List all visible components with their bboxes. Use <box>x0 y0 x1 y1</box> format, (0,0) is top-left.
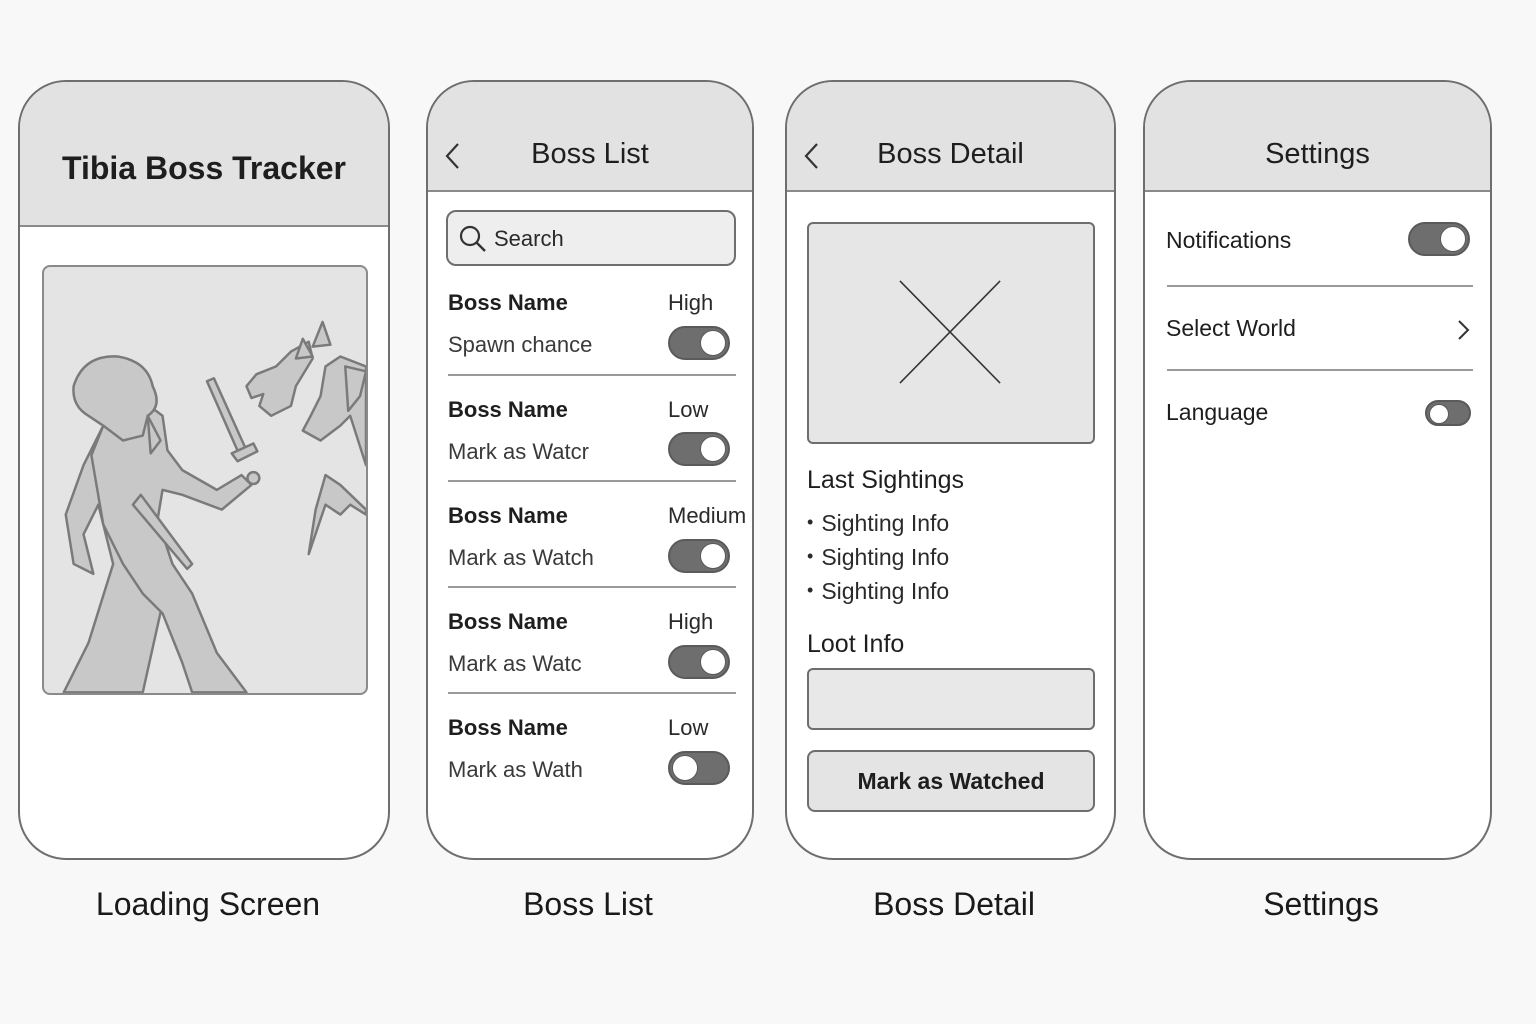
notifications-toggle[interactable] <box>1408 222 1470 256</box>
spawn-chance-badge: Medium <box>668 503 747 528</box>
search-input[interactable]: Search <box>446 210 736 266</box>
boss-name: Boss Name <box>448 609 568 634</box>
sighting-item: • Sighting Info <box>807 544 949 571</box>
last-sightings-title: Last Sightings <box>807 466 965 494</box>
boss-subtitle: Mark as Wath <box>448 757 583 782</box>
watch-toggle[interactable] <box>668 326 730 360</box>
boss-name: Boss Name <box>448 503 568 528</box>
boss-subtitle: Mark as Watc <box>448 651 582 676</box>
toggle-knob <box>700 543 726 569</box>
row-divider <box>448 480 736 482</box>
spawn-chance-badge: High <box>668 609 714 634</box>
boss-detail-screen: Boss Detail Last Sightings • Sighting Inf… <box>785 80 1116 860</box>
watch-toggle[interactable] <box>668 432 730 466</box>
boss-subtitle: Spawn chance <box>448 332 593 357</box>
loading-screen-caption: Loading Screen <box>95 886 321 922</box>
boss-list-screen: Boss List Search Boss Name High Spawn ch… <box>426 80 754 860</box>
toggle-knob <box>700 330 726 356</box>
watch-toggle[interactable] <box>668 645 730 679</box>
boss-row[interactable]: Boss Name Low Mark as Wath <box>448 715 738 821</box>
loading-screen: Tibia Boss Tracker <box>18 80 390 860</box>
boss-list-caption: Boss List <box>523 886 653 922</box>
boss-detail-header: Boss Detail <box>787 82 1114 192</box>
toggle-knob <box>672 755 698 781</box>
app-title: Tibia Boss Tracker <box>62 150 346 186</box>
boss-name: Boss Name <box>448 397 568 422</box>
bullet: • <box>807 546 814 566</box>
search-icon <box>459 225 486 252</box>
row-divider <box>448 586 736 588</box>
row-divider <box>448 374 736 376</box>
language-label: Language <box>1166 399 1269 425</box>
loading-header: Tibia Boss Tracker <box>20 82 388 227</box>
sighting-item: • Sighting Info <box>807 510 949 537</box>
chevron-right-icon[interactable] <box>1455 318 1471 342</box>
boss-row[interactable]: Boss Name High Spawn chance <box>448 290 738 396</box>
boss-row[interactable]: Boss Name High Mark as Watc <box>448 609 738 715</box>
mark-as-watched-button[interactable]: Mark as Watched <box>807 750 1095 812</box>
sighting-text: Sighting Info <box>821 578 950 604</box>
toggle-knob <box>700 436 726 462</box>
watch-toggle[interactable] <box>668 539 730 573</box>
boss-subtitle: Mark as Watcr <box>448 439 589 464</box>
sighting-text: Sighting Info <box>821 510 950 536</box>
watch-toggle[interactable] <box>668 751 730 785</box>
toggle-knob <box>1429 404 1449 424</box>
sighting-item: • Sighting Info <box>807 578 949 605</box>
knight-vs-dragon-icon <box>62 320 366 693</box>
toggle-knob <box>1440 226 1466 252</box>
settings-screen: Settings Notifications Select World Lang… <box>1143 80 1492 860</box>
boss-row[interactable]: Boss Name Medium Mark as Watch <box>448 503 746 609</box>
boss-subtitle: Mark as Watch <box>448 545 594 570</box>
boss-row[interactable]: Boss Name Low Mark as Watcr <box>448 397 738 503</box>
boss-name: Boss Name <box>448 290 568 315</box>
bullet: • <box>807 512 814 532</box>
image-placeholder-icon <box>899 280 1001 384</box>
settings-header: Settings <box>1145 82 1490 192</box>
boss-list-title: Boss List <box>531 138 649 170</box>
settings-caption: Settings <box>1263 886 1379 922</box>
notifications-label: Notifications <box>1166 227 1292 253</box>
hero-illustration <box>42 265 368 695</box>
setting-divider <box>1167 369 1473 371</box>
spawn-chance-badge: Low <box>668 715 709 740</box>
boss-image <box>807 222 1095 444</box>
boss-list-header: Boss List <box>428 82 752 192</box>
boss-detail-caption: Boss Detail <box>873 886 1035 922</box>
search-placeholder: Search <box>494 226 564 251</box>
bullet: • <box>807 580 814 600</box>
boss-detail-title: Boss Detail <box>877 138 1024 170</box>
toggle-knob <box>700 649 726 675</box>
row-divider <box>448 692 736 694</box>
language-toggle[interactable] <box>1425 400 1471 426</box>
loot-info-title: Loot Info <box>807 630 905 658</box>
loot-info-box <box>807 668 1095 730</box>
settings-title: Settings <box>1265 138 1370 170</box>
spawn-chance-badge: Low <box>668 397 709 422</box>
boss-name: Boss Name <box>448 715 568 740</box>
sighting-text: Sighting Info <box>821 544 950 570</box>
spawn-chance-badge: High <box>668 290 714 315</box>
select-world-item[interactable]: Select World <box>1166 315 1296 342</box>
setting-divider <box>1167 285 1473 287</box>
